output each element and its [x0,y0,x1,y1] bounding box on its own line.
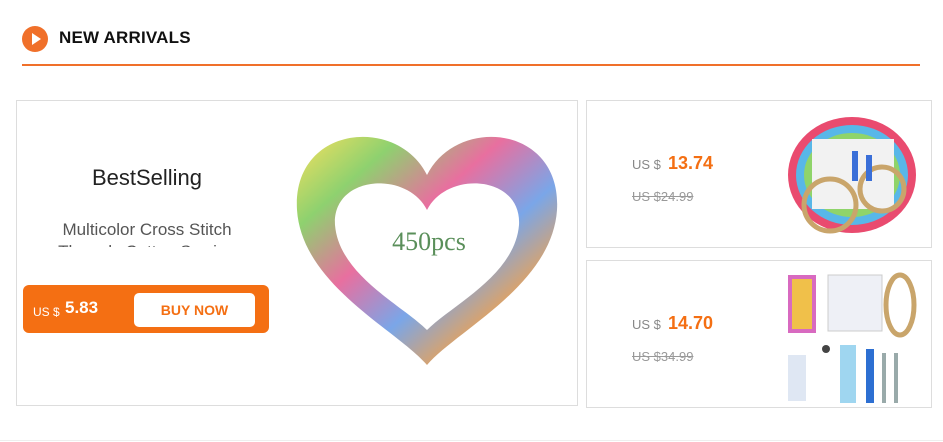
bestselling-heading: BestSelling [91,165,203,190]
section-title: NEW ARRIVALS [59,28,191,47]
original-price: US $24.99 [632,189,694,204]
thread-heart-image[interactable]: 450pcs [287,115,567,375]
section-header: NEW ARRIVALS [22,24,920,66]
featured-price: 5.83 [65,298,99,317]
image-label: 450pcs [392,227,466,256]
currency-label: US $ [33,305,60,319]
original-price: US $34.99 [632,349,694,364]
product-price: 13.74 [668,153,714,173]
bottom-divider [0,440,943,441]
product-price: 14.70 [668,313,714,333]
product-card[interactable]: US $ 14.70 US $34.99 [586,260,932,408]
featured-product-card[interactable]: BestSelling Multicolor Cross Stitch Thre… [16,100,578,406]
product-card[interactable]: US $ 13.74 US $24.99 [586,100,932,248]
play-icon [22,26,48,52]
buy-now-button[interactable]: BUY NOW [134,293,255,327]
buy-bar: US $ 5.83 BUY NOW [23,285,269,333]
product-description[interactable]: Multicolor Cross Stitch Threads Cotton S… [37,219,257,247]
punch-needle-kit-image[interactable] [782,269,922,409]
currency-label: US $ [632,317,661,332]
currency-label: US $ [632,157,661,172]
embroidery-kit-image[interactable] [782,109,922,241]
